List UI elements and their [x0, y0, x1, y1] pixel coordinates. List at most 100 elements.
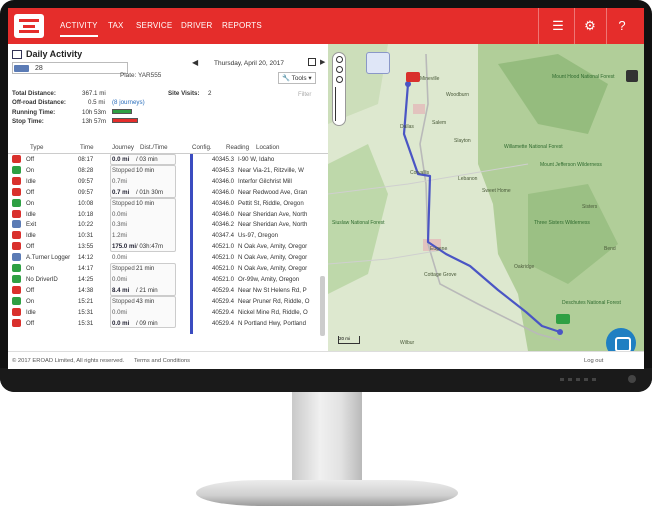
- row-location: N Oak Ave, Amity, Oregor: [238, 254, 308, 262]
- col-location[interactable]: Location: [256, 144, 279, 151]
- map-label: Three Sisters Wilderness: [534, 220, 590, 226]
- row-journey: 0.0mi: [112, 275, 127, 283]
- idle-icon: [12, 307, 21, 316]
- row-journey: 0.0 mi: [112, 156, 130, 163]
- row-dist-time: / 03 min: [136, 156, 158, 163]
- table-row[interactable]: On 10:08 Stopped 10 min 40346.0 Pettit St, Ri…: [8, 198, 328, 209]
- chat-icon[interactable]: [606, 328, 636, 351]
- monitor-base: [196, 480, 458, 506]
- nav-reports[interactable]: REPORTS: [222, 21, 262, 30]
- logout-link[interactable]: Log out: [584, 358, 603, 364]
- running-time-bar: [112, 109, 132, 114]
- tools-dropdown[interactable]: 🔧 Tools ▾: [278, 72, 316, 84]
- table-row[interactable]: Off 14:38 8.4 mi / 21 min 40529.4 Near Nw St …: [8, 285, 328, 296]
- terms-link[interactable]: Terms and Conditions: [134, 358, 190, 364]
- map-label: Wilbur: [400, 340, 415, 346]
- calendar-icon[interactable]: [308, 58, 316, 66]
- row-reading: 40521.0: [212, 254, 235, 262]
- table-row[interactable]: Off 15:31 0.0 mi / 09 min 40529.4 N Portland …: [8, 318, 328, 329]
- table-row[interactable]: A.Turner Logger 14:12 0.0mi 40521.0 N Oak Av…: [8, 252, 328, 263]
- power-button: [628, 375, 636, 383]
- row-time: 09:57: [78, 188, 94, 196]
- row-journey: 175.0 mi: [112, 243, 137, 251]
- nav-activity[interactable]: ACTIVITY: [60, 21, 98, 37]
- map-zoom-control[interactable]: [332, 52, 346, 126]
- row-time: 10:22: [78, 221, 94, 229]
- row-reading: 40529.4: [212, 308, 235, 316]
- col-dist-time[interactable]: Dist./Time: [140, 144, 168, 151]
- off-icon: [12, 318, 21, 327]
- filter-label[interactable]: Filter: [298, 92, 311, 98]
- row-type: Off: [26, 188, 35, 196]
- expand-map-icon[interactable]: [626, 70, 638, 82]
- eroad-logo[interactable]: [14, 14, 44, 38]
- start-pin-icon[interactable]: [406, 72, 420, 82]
- row-journey: 1.2mi: [112, 232, 127, 240]
- row-type: Idle: [26, 232, 36, 240]
- table-row[interactable]: Off 09:57 0.7 mi / 01h 30m 40346.0 Near Redwo…: [8, 187, 328, 198]
- col-type[interactable]: Type: [30, 144, 43, 151]
- table-row[interactable]: Off 13:55 175.0 mi/ 03h:47m 40521.0 N Oak Av…: [8, 241, 328, 252]
- plate-number: Plate: YAR555: [120, 72, 162, 79]
- on-icon: [12, 165, 21, 174]
- row-location: N Oak Ave, Amity, Oregor: [238, 265, 308, 272]
- row-type: Off: [26, 286, 35, 294]
- row-location: I-90 W, Idaho: [238, 156, 275, 163]
- next-day-icon[interactable]: ▶: [320, 58, 325, 66]
- app-screen: ACTIVITY TAX SERVICE DRIVER REPORTS ☰ ⚙ …: [8, 8, 644, 369]
- col-reading[interactable]: Reading: [226, 144, 249, 151]
- row-type: On: [26, 166, 35, 174]
- map-layers-icon[interactable]: [366, 52, 390, 74]
- table-row[interactable]: Idle 15:31 0.0mi 40529.4 Nickel Mine Rd, Rid…: [8, 307, 328, 318]
- row-type: On: [26, 265, 35, 272]
- col-time[interactable]: Time: [80, 144, 94, 151]
- vehicle-selector[interactable]: 28: [12, 62, 128, 74]
- end-pin-icon[interactable]: [556, 314, 570, 324]
- running-time-value: 10h 53m: [82, 109, 107, 116]
- row-reading: 40346.0: [212, 210, 235, 218]
- table-row[interactable]: Idle 09:57 0.7mi 40346.0 Interfor Gilchrist …: [8, 176, 328, 187]
- prev-day-icon[interactable]: ◀: [192, 58, 198, 67]
- row-location: Near Via-21, Ritzville, W: [238, 166, 304, 174]
- row-location: Near Pruner Rd, Riddle, O: [238, 297, 310, 305]
- table-row[interactable]: No DriverID 14:25 0.0mi 40521.0 Or-99w, Amit…: [8, 274, 328, 285]
- table-row[interactable]: Idle 10:31 1.2mi 40347.4 Us-97, Oregon: [8, 230, 328, 241]
- row-type: A.Turner Logger: [26, 254, 71, 262]
- monitor-chin: [0, 368, 652, 392]
- col-config[interactable]: Config.: [192, 144, 212, 151]
- gear-icon[interactable]: ⚙: [580, 16, 600, 36]
- site-visits-label: Site Visits:: [168, 90, 200, 97]
- offroad-value: 0.5 mi: [88, 99, 105, 106]
- row-location: N Portland Hwy, Portland: [238, 319, 306, 327]
- row-time: 14:17: [78, 265, 94, 272]
- table-scrollbar[interactable]: [320, 276, 325, 336]
- table-row[interactable]: On 15:21 Stopped 43 min 40529.4 Near Pruner R…: [8, 296, 328, 307]
- map-label: Sweet Home: [482, 188, 511, 194]
- map-label: Mount Jefferson Wilderness: [540, 162, 602, 168]
- monitor-buttons: [560, 378, 596, 381]
- row-reading: 40346.0: [212, 199, 235, 207]
- row-type: Idle: [26, 308, 36, 316]
- row-journey: 0.7 mi: [112, 188, 130, 196]
- row-time: 10:08: [78, 199, 94, 207]
- help-icon[interactable]: ?: [612, 16, 632, 36]
- nav-tax[interactable]: TAX: [108, 21, 124, 30]
- table-row[interactable]: Idle 10:18 0.0mi 40346.0 Near Sheridan Ave, …: [8, 209, 328, 220]
- checklist-icon[interactable]: ☰: [548, 16, 568, 36]
- top-nav-bar: ACTIVITY TAX SERVICE DRIVER REPORTS ☰ ⚙ …: [8, 8, 644, 44]
- table-row[interactable]: Off 08:17 0.0 mi / 03 min 40345.3 I-90 W, Ida…: [8, 154, 328, 165]
- off-icon: [12, 285, 21, 294]
- table-row[interactable]: On 14:17 Stopped 21 min 40521.0 N Oak Ave, Am…: [8, 263, 328, 274]
- col-journey[interactable]: Journey: [112, 144, 134, 151]
- total-distance-label: Total Distance:: [12, 90, 56, 97]
- table-row[interactable]: On 08:28 Stopped 10 min 40345.3 Near Via-21, …: [8, 165, 328, 176]
- row-type: Idle: [26, 210, 36, 218]
- on-icon: [12, 198, 21, 207]
- route-map[interactable]: Mineville Woodburn Dallas Salem Slayton …: [328, 44, 644, 351]
- nav-driver[interactable]: DRIVER: [181, 21, 212, 30]
- journeys-link[interactable]: (8 journeys): [112, 99, 145, 106]
- table-row[interactable]: Exit 10:22 0.3mi 40346.2 Near Sheridan Ave, …: [8, 219, 328, 230]
- nav-service[interactable]: SERVICE: [136, 21, 172, 30]
- row-reading: 40346.0: [212, 177, 235, 185]
- row-location: Near Redwood Ave, Gran: [238, 188, 308, 196]
